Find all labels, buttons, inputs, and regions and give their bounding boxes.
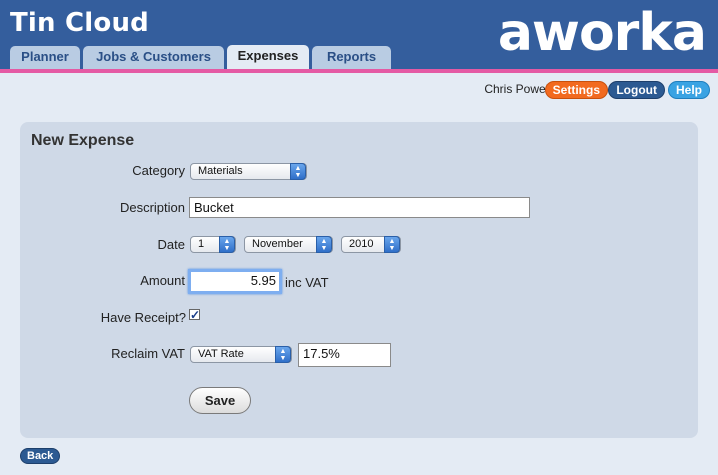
panel-title: New Expense xyxy=(31,132,135,149)
receipt-label: Have Receipt? xyxy=(100,310,186,325)
user-bar: Chris Powell Settings Logout Help xyxy=(480,81,710,99)
date-year-select[interactable]: 2010 ▲ ▼ xyxy=(341,236,401,253)
tab-planner[interactable]: Planner xyxy=(10,46,80,69)
app-title: Tin Cloud xyxy=(10,8,149,38)
vat-rate-input[interactable]: 17.5% xyxy=(298,343,391,367)
amount-input[interactable]: 5.95 xyxy=(188,269,282,294)
aworka-logo: aworka xyxy=(497,3,707,63)
chevron-updown-icon: ▲ ▼ xyxy=(290,163,306,180)
chevron-updown-icon: ▲ ▼ xyxy=(316,236,332,253)
category-select[interactable]: Materials ▲ ▼ xyxy=(190,163,307,180)
chevron-updown-icon: ▲ ▼ xyxy=(275,346,291,363)
category-value: Materials xyxy=(198,165,243,177)
description-label: Description xyxy=(119,200,185,215)
receipt-checkbox[interactable]: ✓ xyxy=(189,308,201,322)
checkmark-icon: ✓ xyxy=(190,308,201,322)
date-year-value: 2010 xyxy=(349,238,374,250)
description-input[interactable]: Bucket xyxy=(189,197,530,218)
back-button[interactable]: Back xyxy=(20,448,61,464)
date-day-value: 1 xyxy=(198,238,205,250)
reclaim-vat-value: VAT Rate xyxy=(198,348,244,360)
tab-reports[interactable]: Reports xyxy=(312,46,391,69)
amount-label: Amount xyxy=(140,273,185,288)
chevron-updown-icon: ▲ ▼ xyxy=(219,236,235,253)
category-label: Category xyxy=(132,163,185,178)
user-name: Chris Powell xyxy=(484,82,551,96)
date-month-select[interactable]: November ▲ ▼ xyxy=(244,236,333,253)
logout-button[interactable]: Logout xyxy=(608,81,665,99)
amount-suffix: inc VAT xyxy=(285,275,329,290)
app-header: Tin Cloud aworka Planner Jobs & Customer… xyxy=(0,0,718,72)
save-button[interactable]: Save xyxy=(189,387,251,414)
help-button[interactable]: Help xyxy=(667,81,710,99)
reclaim-vat-select[interactable]: VAT Rate ▲ ▼ xyxy=(190,346,292,363)
tab-expenses[interactable]: Expenses xyxy=(227,45,309,72)
new-expense-panel: New Expense Category Materials ▲ ▼ Descri… xyxy=(20,122,698,438)
reclaim-vat-label: Reclaim VAT xyxy=(111,346,185,361)
date-label: Date xyxy=(157,237,185,252)
tab-jobs-customers[interactable]: Jobs & Customers xyxy=(83,46,224,69)
date-day-select[interactable]: 1 ▲ ▼ xyxy=(190,236,236,253)
header-divider xyxy=(0,69,718,73)
settings-button[interactable]: Settings xyxy=(544,81,608,99)
chevron-updown-icon: ▲ ▼ xyxy=(384,236,400,253)
date-month-value: November xyxy=(252,238,303,250)
